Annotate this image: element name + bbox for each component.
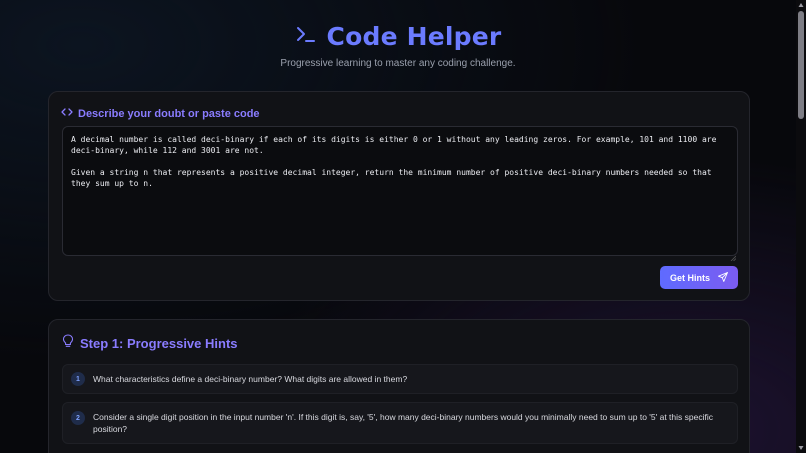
lightbulb-icon — [62, 334, 74, 353]
app-page: Code Helper Progressive learning to mast… — [0, 0, 796, 453]
hint-number-badge: 1 — [71, 372, 85, 386]
header: Code Helper Progressive learning to mast… — [0, 18, 796, 70]
hint-item: 1 What characteristics define a deci-bin… — [62, 364, 738, 394]
scroll-down-arrow-icon[interactable] — [798, 445, 804, 451]
hint-number-badge: 2 — [71, 411, 85, 425]
hint-item: 2 Consider a single digit position in th… — [62, 402, 738, 444]
hint-text: What characteristics define a deci-binar… — [93, 374, 408, 384]
code-icon — [61, 105, 73, 123]
get-hints-button[interactable]: Get Hints — [660, 266, 738, 289]
input-card: Describe your doubt or paste code A deci… — [48, 91, 750, 301]
send-icon — [718, 271, 728, 284]
input-card-title: Describe your doubt or paste code — [78, 108, 260, 120]
page-subtitle: Progressive learning to master any codin… — [280, 58, 516, 69]
resize-grip-icon[interactable] — [730, 248, 737, 266]
input-card-header: Describe your doubt or paste code — [61, 105, 260, 123]
doubt-textarea[interactable]: A decimal number is called deci-binary i… — [62, 126, 738, 256]
get-hints-label: Get Hints — [669, 272, 710, 283]
hints-card-header: Step 1: Progressive Hints — [62, 334, 238, 353]
scrollbar-thumb[interactable] — [798, 11, 804, 119]
hints-card-title: Step 1: Progressive Hints — [80, 336, 238, 351]
hint-text: Consider a single digit position in the … — [93, 412, 713, 434]
terminal-icon — [295, 23, 317, 50]
hints-card: Step 1: Progressive Hints 1 What charact… — [48, 319, 750, 453]
scroll-up-arrow-icon[interactable] — [798, 2, 804, 8]
vertical-scrollbar[interactable] — [796, 0, 806, 453]
title-row: Code Helper — [0, 18, 796, 54]
page-title: Code Helper — [326, 21, 502, 51]
